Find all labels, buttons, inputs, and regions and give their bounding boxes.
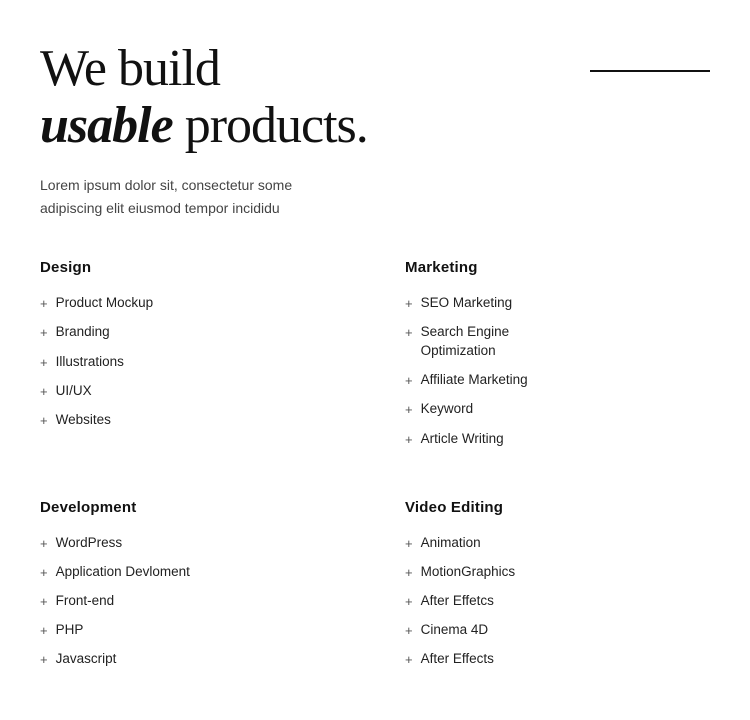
- list-item-label: After Effects: [421, 650, 494, 669]
- list-item: + After Effects: [405, 650, 710, 669]
- plus-icon: +: [405, 431, 413, 449]
- list-item: + Javascript: [40, 650, 345, 669]
- plus-icon: +: [405, 651, 413, 669]
- plus-icon: +: [40, 354, 48, 372]
- list-item-label: After Effetcs: [421, 592, 494, 611]
- headline-bold: usable: [40, 97, 173, 154]
- plus-icon: +: [40, 651, 48, 669]
- category-marketing: Marketing + SEO Marketing + Search EngineOpt…: [405, 259, 710, 459]
- headline-line1: We build: [40, 40, 220, 97]
- category-title-marketing: Marketing: [405, 259, 710, 276]
- list-item-label: Illustrations: [56, 353, 124, 372]
- list-item: + Websites: [40, 411, 345, 430]
- hero-line: [590, 70, 710, 72]
- plus-icon: +: [40, 412, 48, 430]
- category-title-video-editing: Video Editing: [405, 499, 710, 516]
- plus-icon: +: [405, 372, 413, 390]
- plus-icon: +: [405, 564, 413, 582]
- list-item: + After Effetcs: [405, 592, 710, 611]
- list-item-label: Javascript: [56, 650, 117, 669]
- list-item-label: Product Mockup: [56, 294, 154, 313]
- category-list-development: + WordPress + Application Devloment + Front-e…: [40, 534, 345, 670]
- list-item: + WordPress: [40, 534, 345, 553]
- list-item-label: PHP: [56, 621, 84, 640]
- list-item-label: Cinema 4D: [421, 621, 489, 640]
- list-item: + Article Writing: [405, 430, 710, 449]
- list-item-label: UI/UX: [56, 382, 92, 401]
- list-item-label: Front-end: [56, 592, 115, 611]
- list-item: + SEO Marketing: [405, 294, 710, 313]
- plus-icon: +: [405, 295, 413, 313]
- plus-icon: +: [40, 593, 48, 611]
- headline-rest: products.: [173, 97, 368, 154]
- subtitle: Lorem ipsum dolor sit, consectetur some …: [40, 174, 710, 219]
- list-item-label: MotionGraphics: [421, 563, 516, 582]
- list-item: + Animation: [405, 534, 710, 553]
- list-item-label: Branding: [56, 323, 110, 342]
- headline: We build usable products.: [40, 40, 368, 154]
- categories-wrapper: Design + Product Mockup + Branding + Illustrat…: [40, 259, 710, 679]
- category-design: Design + Product Mockup + Branding + Illustrat…: [40, 259, 345, 459]
- plus-icon: +: [40, 622, 48, 640]
- category-list-marketing: + SEO Marketing + Search EngineOptimization…: [405, 294, 710, 449]
- list-item-label: Article Writing: [421, 430, 504, 449]
- subtitle-line2: adipiscing elit eiusmod tempor incididu: [40, 200, 280, 216]
- list-item-label: Search EngineOptimization: [421, 323, 510, 361]
- category-development: Development + WordPress + Application Devlom…: [40, 499, 345, 680]
- list-item-label: Affiliate Marketing: [421, 371, 528, 390]
- category-title-design: Design: [40, 259, 345, 276]
- list-item-label: WordPress: [56, 534, 123, 553]
- plus-icon: +: [405, 535, 413, 553]
- list-item: + Cinema 4D: [405, 621, 710, 640]
- subtitle-line1: Lorem ipsum dolor sit, consectetur some: [40, 177, 292, 193]
- plus-icon: +: [40, 324, 48, 342]
- category-list-video-editing: +Animation+MotionGraphics+After Effetcs+…: [405, 534, 710, 670]
- hero-section: We build usable products.: [40, 40, 710, 154]
- plus-icon: +: [405, 401, 413, 419]
- plus-icon: +: [405, 593, 413, 611]
- list-item-label: Keyword: [421, 400, 474, 419]
- list-item: + Keyword: [405, 400, 710, 419]
- list-item: + Product Mockup: [40, 294, 345, 313]
- list-item: + Application Devloment: [40, 563, 345, 582]
- list-item-label: Application Devloment: [56, 563, 190, 582]
- list-item: + Branding: [40, 323, 345, 342]
- list-item-label: Websites: [56, 411, 111, 430]
- plus-icon: +: [405, 324, 413, 342]
- list-item: + Illustrations: [40, 353, 345, 372]
- list-item: + Affiliate Marketing: [405, 371, 710, 390]
- plus-icon: +: [40, 564, 48, 582]
- list-item: + Front-end: [40, 592, 345, 611]
- plus-icon: +: [40, 383, 48, 401]
- list-item-label: SEO Marketing: [421, 294, 513, 313]
- plus-icon: +: [40, 535, 48, 553]
- list-item: + MotionGraphics: [405, 563, 710, 582]
- list-item-label: Animation: [421, 534, 481, 553]
- plus-icon: +: [40, 295, 48, 313]
- hero-text: We build usable products.: [40, 40, 368, 154]
- category-video-editing: Video Editing + Animation + MotionGraphics + A…: [405, 499, 710, 680]
- list-item: + UI/UX: [40, 382, 345, 401]
- category-title-development: Development: [40, 499, 345, 516]
- plus-icon: +: [405, 622, 413, 640]
- list-item: + PHP: [40, 621, 345, 640]
- list-item: + Search EngineOptimization: [405, 323, 710, 361]
- category-list-design: + Product Mockup + Branding + Illustrations + U…: [40, 294, 345, 430]
